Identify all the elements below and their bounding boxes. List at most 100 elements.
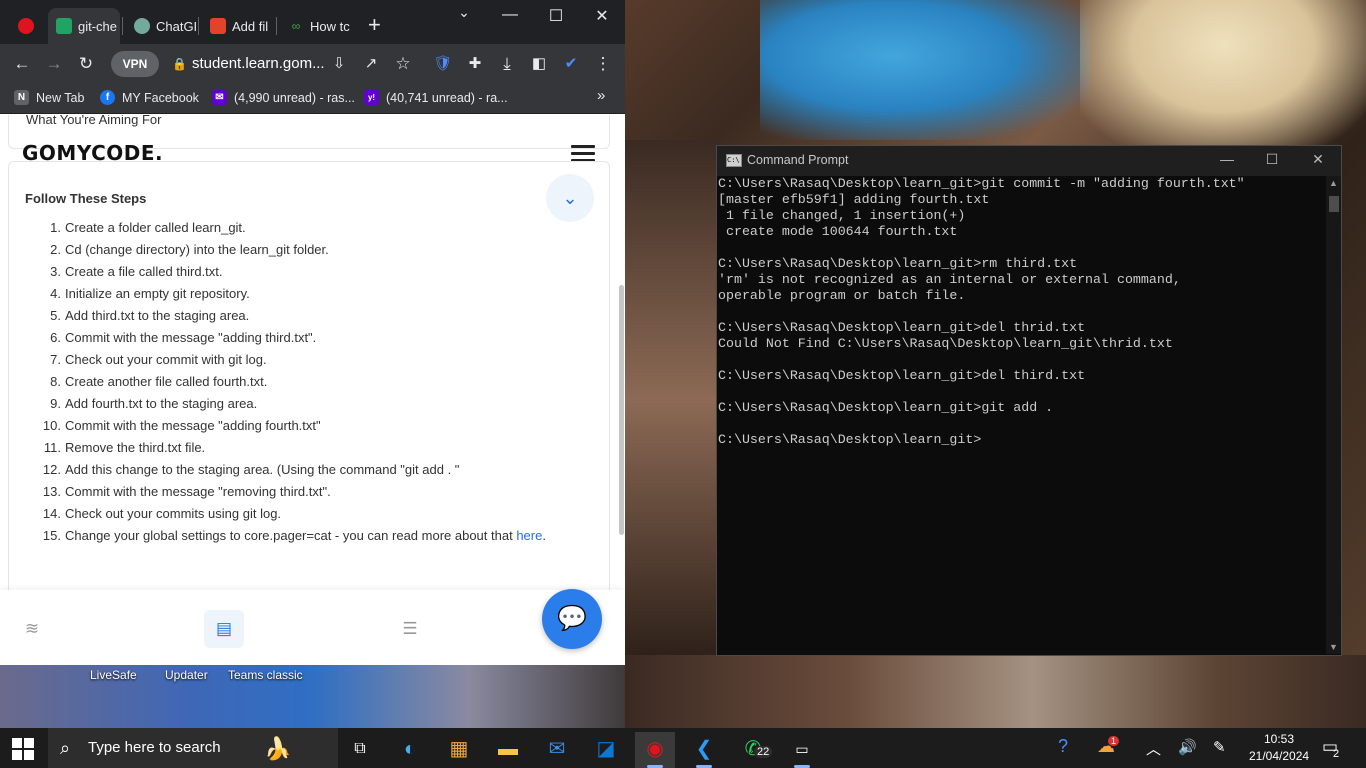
layers-icon[interactable]: ≋ [17,614,47,644]
step-text-main: Commit with the message "adding fourth.t… [65,418,321,433]
cmd-line [718,416,1325,432]
step-item: 9. Add fourth.txt to the staging area. [36,393,596,415]
speaker-icon[interactable]: 🔊 [1178,738,1197,756]
back-icon[interactable]: ← [11,53,33,75]
opera-icon [18,18,34,34]
tab-label: How tc [310,18,350,34]
step-text: Initialize an empty git repository. [65,283,250,305]
minimize-icon[interactable]: — [498,6,522,24]
outlook-icon[interactable]: ◪ [586,732,626,768]
tab-how-to[interactable]: ∞ How tc [280,8,352,44]
step-number: 15. [42,528,61,543]
bookmark-yahoo-mail-2[interactable]: y! (40,741 unread) - ra... [364,90,508,105]
scroll-down-icon[interactable]: ▼ [1326,642,1341,652]
maximize-icon[interactable]: ☐ [544,6,568,26]
step-text-main: Add this change to the staging area. (Us… [65,462,460,477]
cmd-title-bar[interactable]: C:\ Command Prompt — ☐ ✕ [717,146,1341,176]
link-icon: ∞ [291,19,301,33]
step-text: Change your global settings to core.page… [65,525,546,547]
step-text: Commit with the message "adding fourth.t… [65,415,321,437]
cmd-line [718,304,1325,320]
bookmark-facebook[interactable]: f MY Facebook [100,90,199,105]
cmd-scrollbar[interactable]: ▲ ▼ [1326,176,1341,654]
steps-list: 1. Create a folder called learn_git. 2. Cd … [36,217,596,547]
help-icon[interactable]: ? [1058,736,1068,757]
share-icon[interactable]: ↗ [360,53,382,75]
file-explorer-icon[interactable]: ▬ [488,732,528,768]
vpn-badge[interactable]: VPN [111,51,159,77]
pen-icon[interactable]: ✎ [1213,738,1226,756]
hamburger-menu-icon[interactable] [571,145,595,162]
new-tab-button[interactable]: + [368,14,381,36]
yahoo-icon: y! [364,90,379,105]
cmd-scroll-thumb[interactable] [1329,196,1339,212]
bookmarks-overflow-icon[interactable]: » [597,87,605,104]
page-scrollbar[interactable] [619,285,624,535]
extensions-icon[interactable]: ✚ [464,53,486,75]
chrome-icon[interactable]: ◉ [635,732,675,768]
bookmark-yahoo-mail-1[interactable]: ✉ (4,990 unread) - ras... [212,90,355,105]
search-icon: ⌕ [60,738,71,758]
tab-label: Add fil [232,18,269,34]
vscode-icon[interactable]: ❮ [684,732,724,768]
command-prompt-taskbar-icon[interactable]: ▭ [782,732,822,768]
step-text: Create a file called third.txt. [65,261,223,283]
book-icon[interactable]: ▤ [204,610,244,648]
side-panel-icon[interactable]: ◧ [528,53,550,75]
tab-strip: git-che ChatGF Add fil ∞ How tc + ⌄ — ☐ … [0,0,625,44]
menu-dots-icon[interactable]: ⋮ [592,53,614,75]
step-item: 6. Commit with the message "adding third.… [36,327,596,349]
clock-time: 10:53 [1263,732,1295,746]
cmd-maximize-icon[interactable]: ☐ [1262,151,1282,168]
chat-icon[interactable]: 💬 [542,589,602,649]
tray-overflow-icon[interactable]: ︿ [1146,738,1161,759]
bookmark-star-icon[interactable]: ☆ [392,53,414,75]
edge-icon[interactable]: ◐ [390,732,430,768]
task-view-icon[interactable]: ⧉ [340,732,380,768]
cmd-output[interactable]: C:\Users\Rasaq\Desktop\learn_git>git com… [718,176,1325,654]
tab-opera[interactable] [10,8,48,44]
install-icon[interactable]: ⇩ [328,53,350,75]
tab-git-che[interactable]: git-che [48,8,120,44]
scroll-up-icon[interactable]: ▲ [1326,178,1341,188]
tab-label: git-che [78,18,118,34]
tab-label: ChatGF [156,18,196,34]
chevron-down-icon[interactable]: ⌄ [546,174,594,222]
step-text-main: Add third.txt to the staging area. [65,308,250,323]
tab-add-file[interactable]: Add fil [202,8,272,44]
step-text: Remove the third.txt file. [65,437,205,459]
windows-start-icon[interactable] [12,738,34,760]
step-number: 8. [50,374,61,389]
search-highlight-icon[interactable]: 🍌 [258,732,298,768]
forward-icon[interactable]: → [43,53,65,75]
clock-date: 21/04/2024 [1249,749,1310,763]
cmd-minimize-icon[interactable]: — [1217,151,1237,167]
reload-icon[interactable]: ↻ [75,53,97,75]
taskbar: ⌕ Type here to search 🍌 ⧉ ◐ ▦ ▬ ✉ ◪ ◉ ❮ … [0,728,1366,768]
weather-badge: 1 [1108,736,1120,746]
bookmark-new-tab[interactable]: N New Tab [14,90,84,105]
browser-toolbar: ← → ↻ VPN 🔒 student.learn.gom... ⇩ ↗ ☆ 🛡… [0,44,625,84]
cmd-close-icon[interactable]: ✕ [1308,151,1328,168]
list-icon[interactable]: ☰ [395,614,425,644]
step-number: 1. [50,220,61,235]
step-item: 11. Remove the third.txt file. [36,437,596,459]
password-manager-icon[interactable]: 🛡 [432,53,454,75]
taskbar-clock[interactable]: 10:53 21/04/2024 [1249,731,1309,765]
close-icon[interactable]: ✕ [590,6,614,26]
step-text: Add fourth.txt to the staging area. [65,393,257,415]
security-extension-icon[interactable]: ✔ [560,53,582,75]
tab-chatgpt[interactable]: ChatGF [126,8,196,44]
desktop-label-livesafe[interactable]: LiveSafe [90,668,137,682]
step-link[interactable]: here [516,528,542,543]
step-number: 2. [50,242,61,257]
desktop-label-updater[interactable]: Updater [165,668,208,682]
desktop-label-teams-classic[interactable]: Teams classic [228,668,303,682]
microsoft-store-icon[interactable]: ▦ [439,732,479,768]
address-bar[interactable]: 🔒 student.learn.gom... [164,50,426,78]
mail-icon[interactable]: ✉ [537,732,577,768]
step-item: 13. Commit with the message "removing thi… [36,481,596,503]
download-icon[interactable]: ⤓ [496,53,518,75]
tab-search-icon[interactable]: ⌄ [452,4,476,21]
step-text-main: Check out your commits using git log. [65,506,282,521]
